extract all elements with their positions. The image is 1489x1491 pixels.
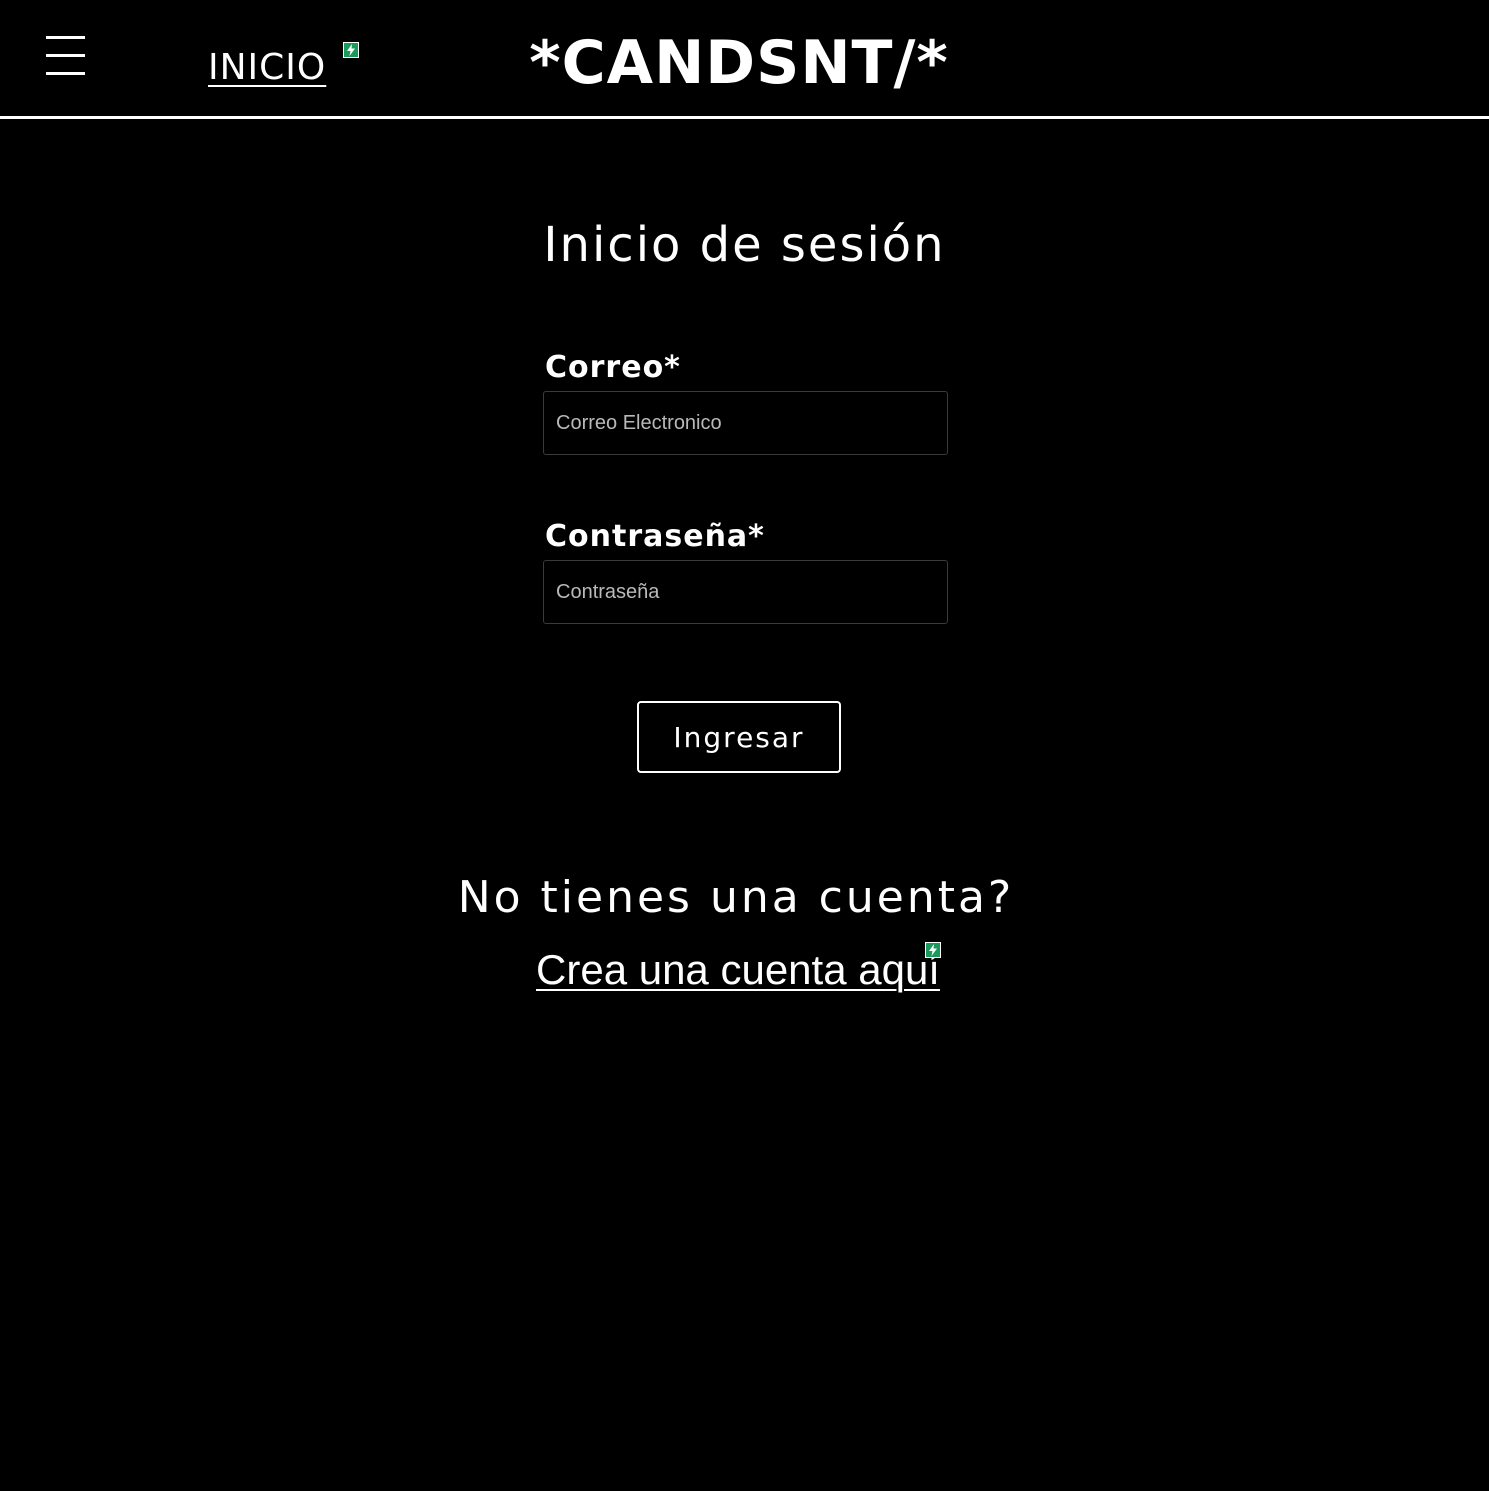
login-page: INICIO *CANDSNT/* Inicio de sesión Corre…	[0, 0, 1489, 1491]
signup-prompt: No tienes una cuenta?	[457, 872, 1015, 923]
email-field[interactable]	[543, 391, 948, 455]
field-spacer	[543, 455, 948, 517]
password-label: Contraseña*	[545, 519, 765, 554]
login-submit-button[interactable]: Ingresar	[637, 701, 841, 773]
top-header: INICIO *CANDSNT/*	[0, 0, 1489, 119]
lightning-badge-icon	[925, 942, 941, 958]
create-account-link[interactable]: Crea una cuenta aquí	[0, 942, 1476, 998]
brand-logo-text: *CANDSNT/*	[529, 28, 949, 98]
password-field[interactable]	[543, 560, 948, 624]
page-title: Inicio de sesión	[543, 217, 946, 273]
login-form: Correo* Contraseña*	[543, 348, 948, 624]
email-label: Correo*	[545, 350, 681, 385]
